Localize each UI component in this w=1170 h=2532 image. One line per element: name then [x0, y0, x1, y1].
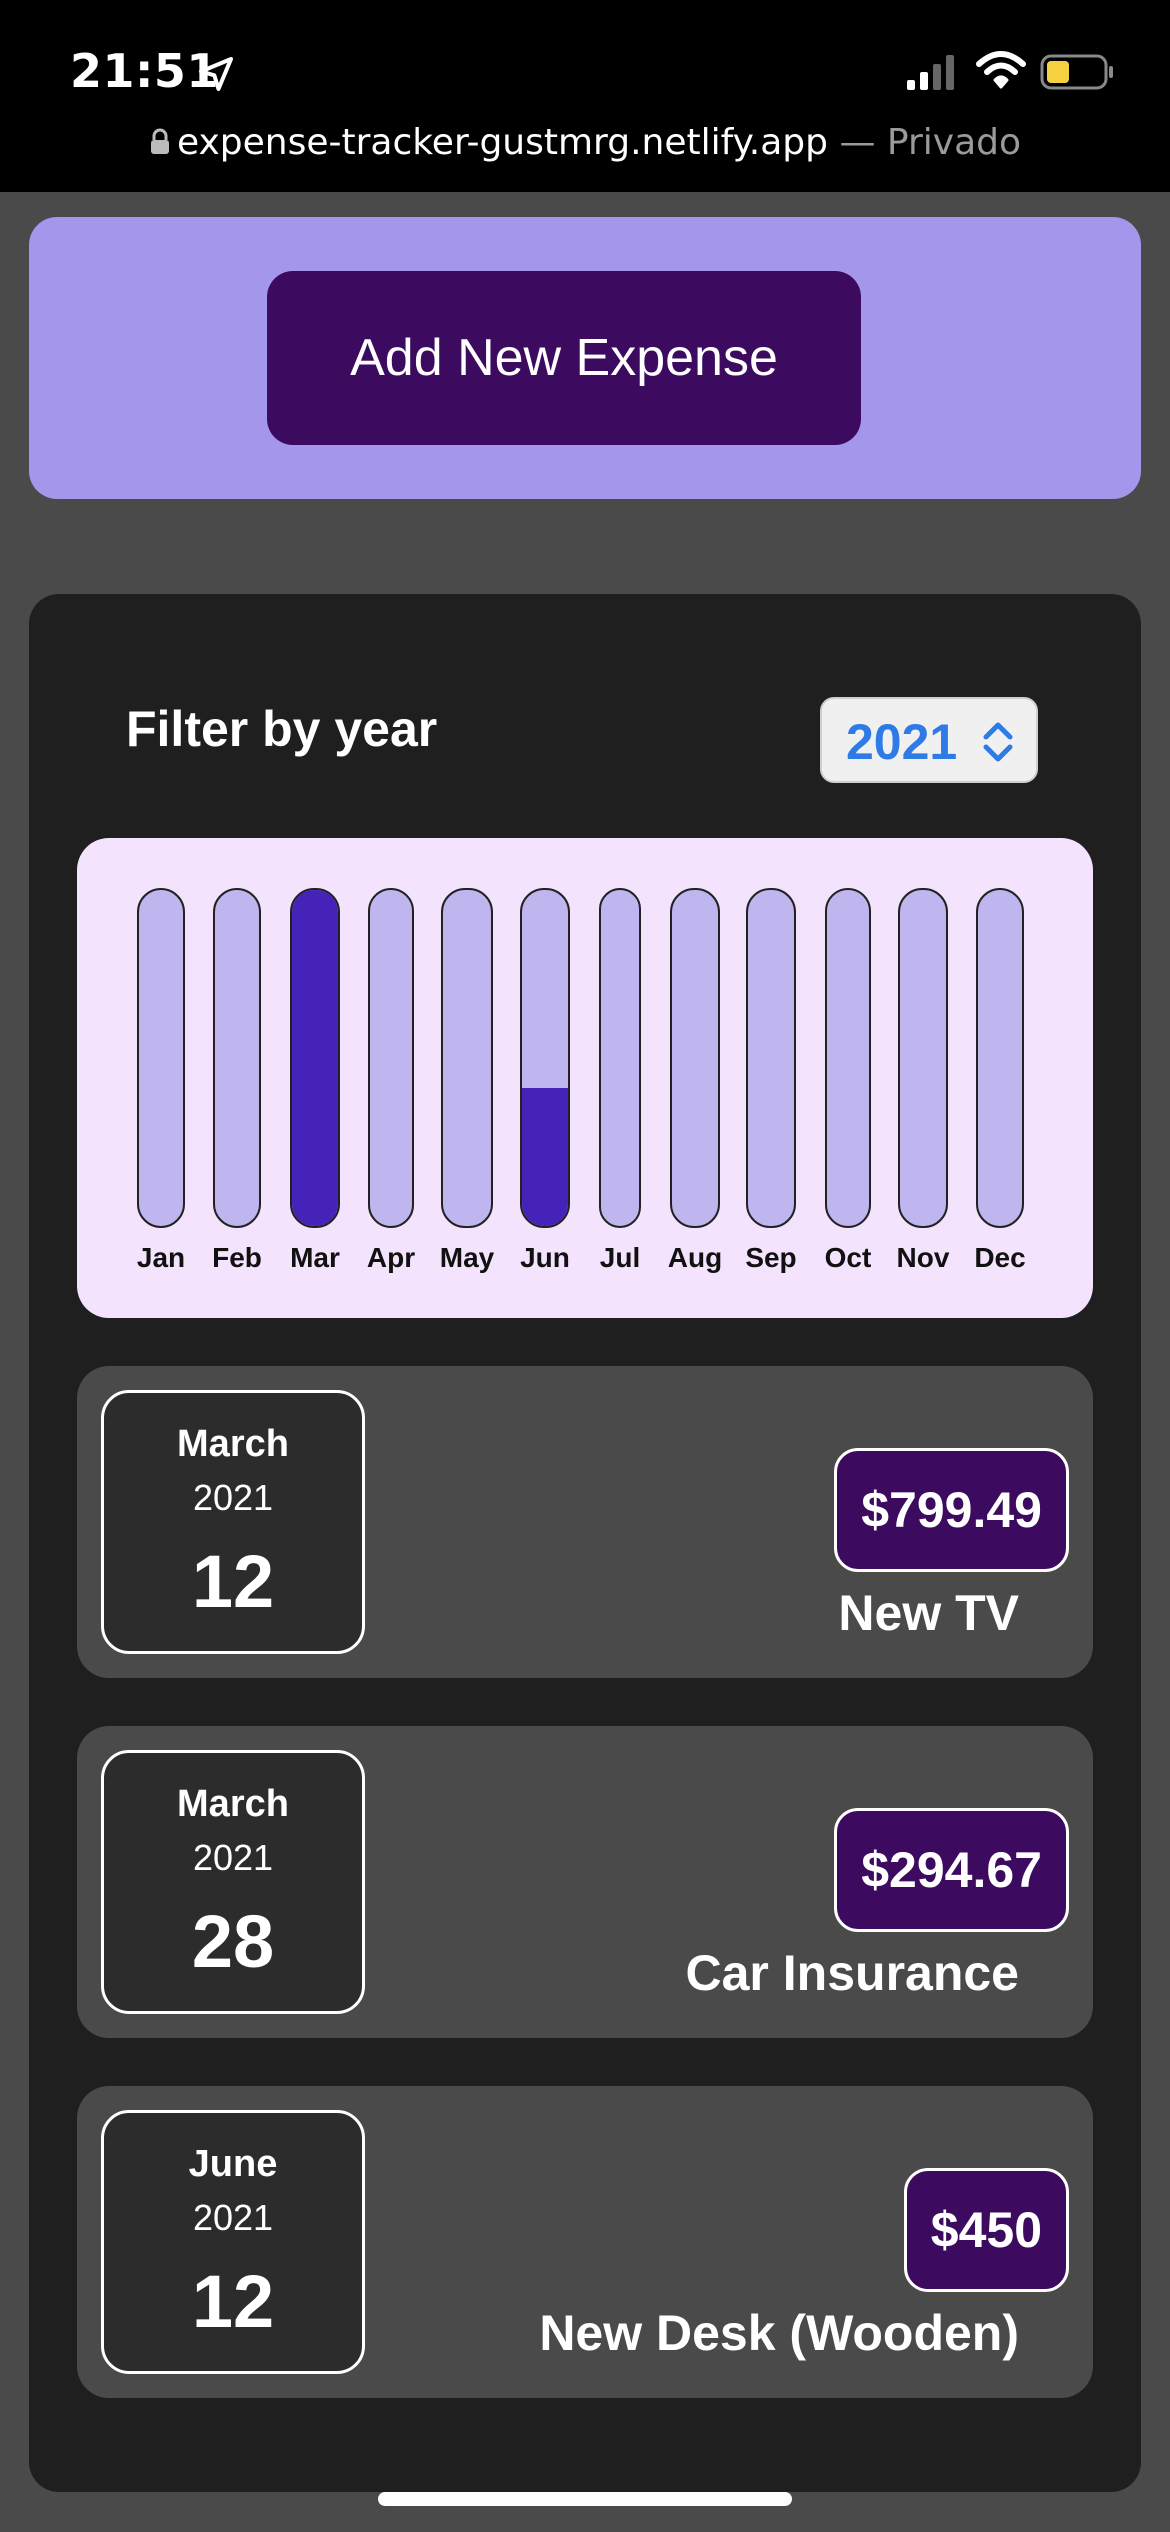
chart-bar-label: Sep	[745, 1242, 797, 1273]
chart-bar-sep	[746, 888, 796, 1228]
expense-date: March 2021 28	[101, 1750, 365, 2014]
expense-title: New Desk (Wooden)	[539, 2305, 1019, 2361]
select-chevrons-icon	[983, 722, 1013, 762]
chart-bar-jan	[137, 888, 185, 1228]
expense-date-year: 2021	[192, 1837, 274, 1878]
expenses-card: Filter by year 2021 Jan Feb Mar Apr May Jun Ju…	[29, 594, 1141, 2492]
location-arrow-icon	[199, 57, 233, 91]
expense-date-day: 12	[191, 2260, 275, 2343]
expense-item: March 2021 12 $799.49 New TV	[77, 1366, 1093, 1678]
expense-price: $799.49	[834, 1448, 1069, 1572]
chart-bar-jun	[520, 888, 570, 1228]
chart-bar-nov	[898, 888, 948, 1228]
chart-bar-label: Jul	[599, 1242, 641, 1273]
cellular-signal-icon	[907, 55, 954, 90]
chart-bar-label: Aug	[667, 1242, 723, 1273]
chart-bar-fill	[292, 890, 338, 1226]
chart-bar-oct	[825, 888, 871, 1228]
chart-bar-mar	[290, 888, 340, 1228]
home-indicator	[378, 2492, 792, 2506]
chart-bar-apr	[368, 888, 414, 1228]
privacy-label: — Privado	[839, 122, 1022, 163]
chart-bar-jul	[599, 888, 641, 1228]
expenses-chart: Jan Feb Mar Apr May Jun Jul Aug Sep Oct Nov Dec	[77, 838, 1093, 1318]
year-select[interactable]: 2021	[820, 697, 1038, 783]
chart-bar-label: Jan	[136, 1242, 186, 1273]
chart-bar-label: May	[439, 1242, 495, 1273]
chart-bar-dec	[976, 888, 1024, 1228]
expense-date-month: March	[177, 1423, 289, 1465]
chart-bar-label: Feb	[212, 1242, 262, 1273]
expense-date-day: 28	[191, 1900, 275, 1983]
expense-date-month: June	[188, 2143, 278, 2185]
lock-icon	[150, 128, 169, 154]
address-bar[interactable]: expense-tracker-gustmrg.netlify.app — Pr…	[0, 122, 1170, 163]
chart-bar-aug	[670, 888, 720, 1228]
chart-bar-fill	[522, 1087, 568, 1226]
expense-title: New TV	[838, 1585, 1019, 1641]
add-new-expense-button[interactable]: Add New Expense	[267, 271, 861, 445]
expense-item: March 2021 28 $294.67 Car Insurance	[77, 1726, 1093, 2038]
expense-price: $450	[903, 2168, 1069, 2292]
url-text: expense-tracker-gustmrg.netlify.app	[176, 122, 829, 163]
year-select-value: 2021	[846, 714, 958, 770]
wifi-icon	[976, 51, 1026, 89]
battery-icon	[1040, 54, 1113, 90]
chart-bar-label: Mar	[290, 1242, 340, 1273]
expense-date-month: March	[177, 1783, 289, 1825]
chart-bar-label: Nov	[896, 1242, 950, 1273]
expense-date-year: 2021	[192, 2197, 274, 2238]
chart-bar-label: Dec	[974, 1242, 1026, 1273]
expense-date: June 2021 12	[101, 2110, 365, 2374]
chart-bar-may	[441, 888, 493, 1228]
expense-price: $294.67	[834, 1808, 1069, 1932]
expense-date-day: 12	[191, 1540, 275, 1623]
chart-bar-label: Oct	[824, 1242, 872, 1273]
chart-bar-label: Apr	[366, 1242, 416, 1273]
chart-bar-feb	[213, 888, 261, 1228]
expense-date: March 2021 12	[101, 1390, 365, 1654]
status-bar: 21:51 expense-tracker-gustmrg.netlify.ap…	[0, 0, 1170, 192]
expense-date-year: 2021	[192, 1477, 274, 1518]
filter-label: Filter by year	[126, 701, 438, 757]
expense-item: June 2021 12 $450 New Desk (Wooden)	[77, 2086, 1093, 2398]
chart-bar-label: Jun	[520, 1242, 570, 1273]
expense-title: Car Insurance	[685, 1945, 1019, 2001]
new-expense-panel: Add New Expense	[29, 217, 1141, 499]
